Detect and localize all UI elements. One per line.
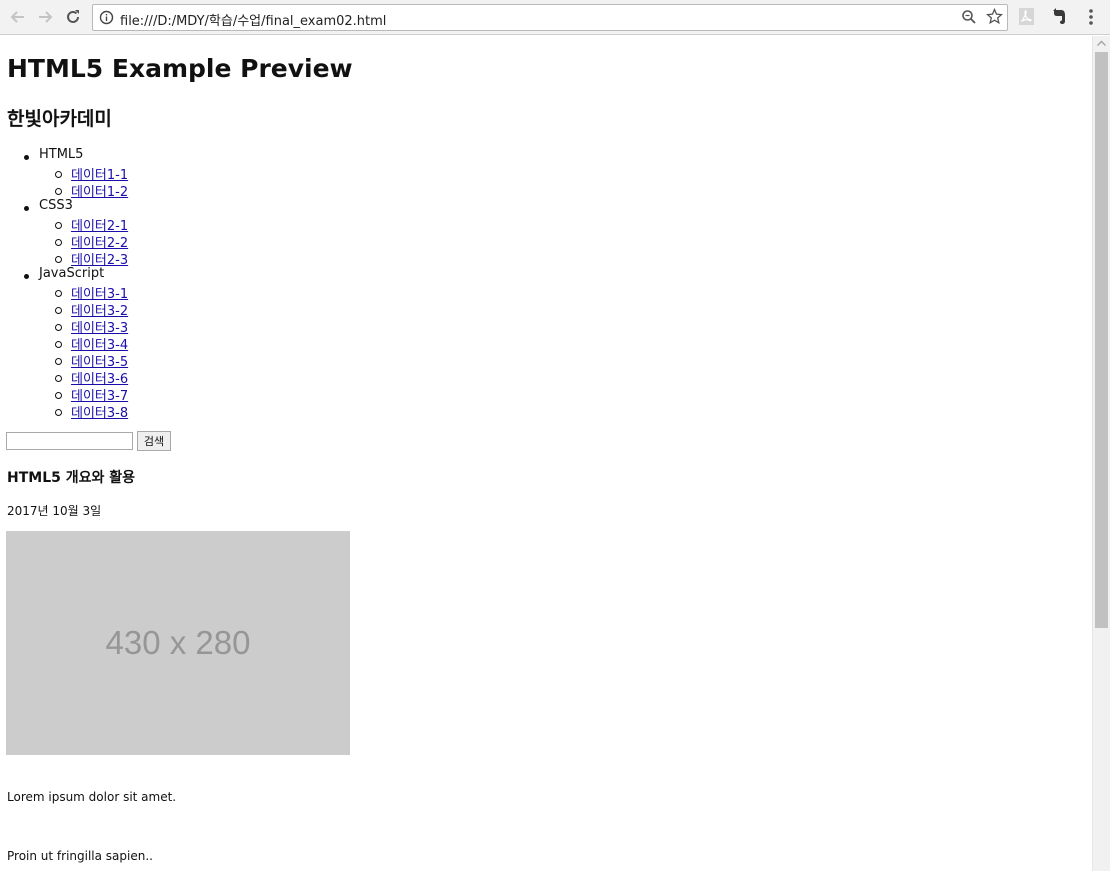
forward-arrow-icon: [39, 11, 53, 23]
circle-bullet-icon: [55, 375, 62, 382]
page-subtitle: 한빛아카데미: [7, 108, 112, 130]
back-button[interactable]: [6, 5, 30, 29]
bullet-icon: [24, 274, 29, 279]
nav-link[interactable]: 데이터3-8: [71, 402, 128, 421]
article-paragraph: Lorem ipsum dolor sit amet.: [7, 790, 177, 804]
page-content: HTML5 Example Preview 한빛아카데미 HTML5 데이터1-…: [0, 36, 1092, 871]
nav-category-html5: HTML5: [39, 147, 84, 162]
circle-bullet-icon: [55, 171, 62, 178]
circle-bullet-icon: [55, 188, 62, 195]
placeholder-image-label: 430 x 280: [105, 624, 251, 661]
page-title: HTML5 Example Preview: [7, 54, 353, 83]
article-date: 2017년 10월 3일: [7, 504, 102, 518]
vertical-scrollbar[interactable]: [1092, 36, 1110, 871]
circle-bullet-icon: [55, 239, 62, 246]
circle-bullet-icon: [55, 358, 62, 365]
bullet-icon: [24, 206, 29, 211]
scroll-up-arrow-icon[interactable]: [1097, 40, 1106, 46]
menu-dots-icon[interactable]: [1085, 7, 1097, 26]
scrollbar-thumb[interactable]: [1095, 52, 1108, 628]
placeholder-image: 430 x 280: [6, 531, 350, 755]
article-paragraph: Proin ut fringilla sapien..: [7, 849, 153, 863]
search-input[interactable]: [6, 432, 133, 450]
circle-bullet-icon: [55, 324, 62, 331]
star-icon[interactable]: [986, 8, 1003, 25]
back-arrow-icon: [10, 11, 24, 23]
browser-toolbar: file:///D:/MDY/학습/수업/final_exam02.html: [0, 0, 1110, 35]
circle-bullet-icon: [55, 256, 62, 263]
info-icon[interactable]: [99, 10, 114, 25]
circle-bullet-icon: [55, 392, 62, 399]
circle-bullet-icon: [55, 307, 62, 314]
nav-link[interactable]: 데이터1-2: [71, 181, 128, 200]
circle-bullet-icon: [55, 222, 62, 229]
nav-category-css3: CSS3: [39, 198, 73, 213]
zoom-icon[interactable]: [961, 9, 977, 25]
search-button[interactable]: 검색: [137, 431, 171, 451]
evernote-extension-icon[interactable]: [1051, 7, 1068, 26]
url-text[interactable]: file:///D:/MDY/학습/수업/final_exam02.html: [120, 10, 386, 29]
reload-button[interactable]: [61, 5, 85, 29]
nav-category-javascript: JavaScript: [39, 266, 105, 281]
article-title: HTML5 개요와 활용: [7, 470, 136, 486]
pdf-extension-icon[interactable]: [1018, 7, 1035, 26]
address-bar[interactable]: file:///D:/MDY/학습/수업/final_exam02.html: [92, 4, 1008, 31]
bullet-icon: [24, 155, 29, 160]
reload-icon: [67, 10, 79, 23]
circle-bullet-icon: [55, 341, 62, 348]
forward-button[interactable]: [33, 5, 57, 29]
circle-bullet-icon: [55, 290, 62, 297]
circle-bullet-icon: [55, 409, 62, 416]
